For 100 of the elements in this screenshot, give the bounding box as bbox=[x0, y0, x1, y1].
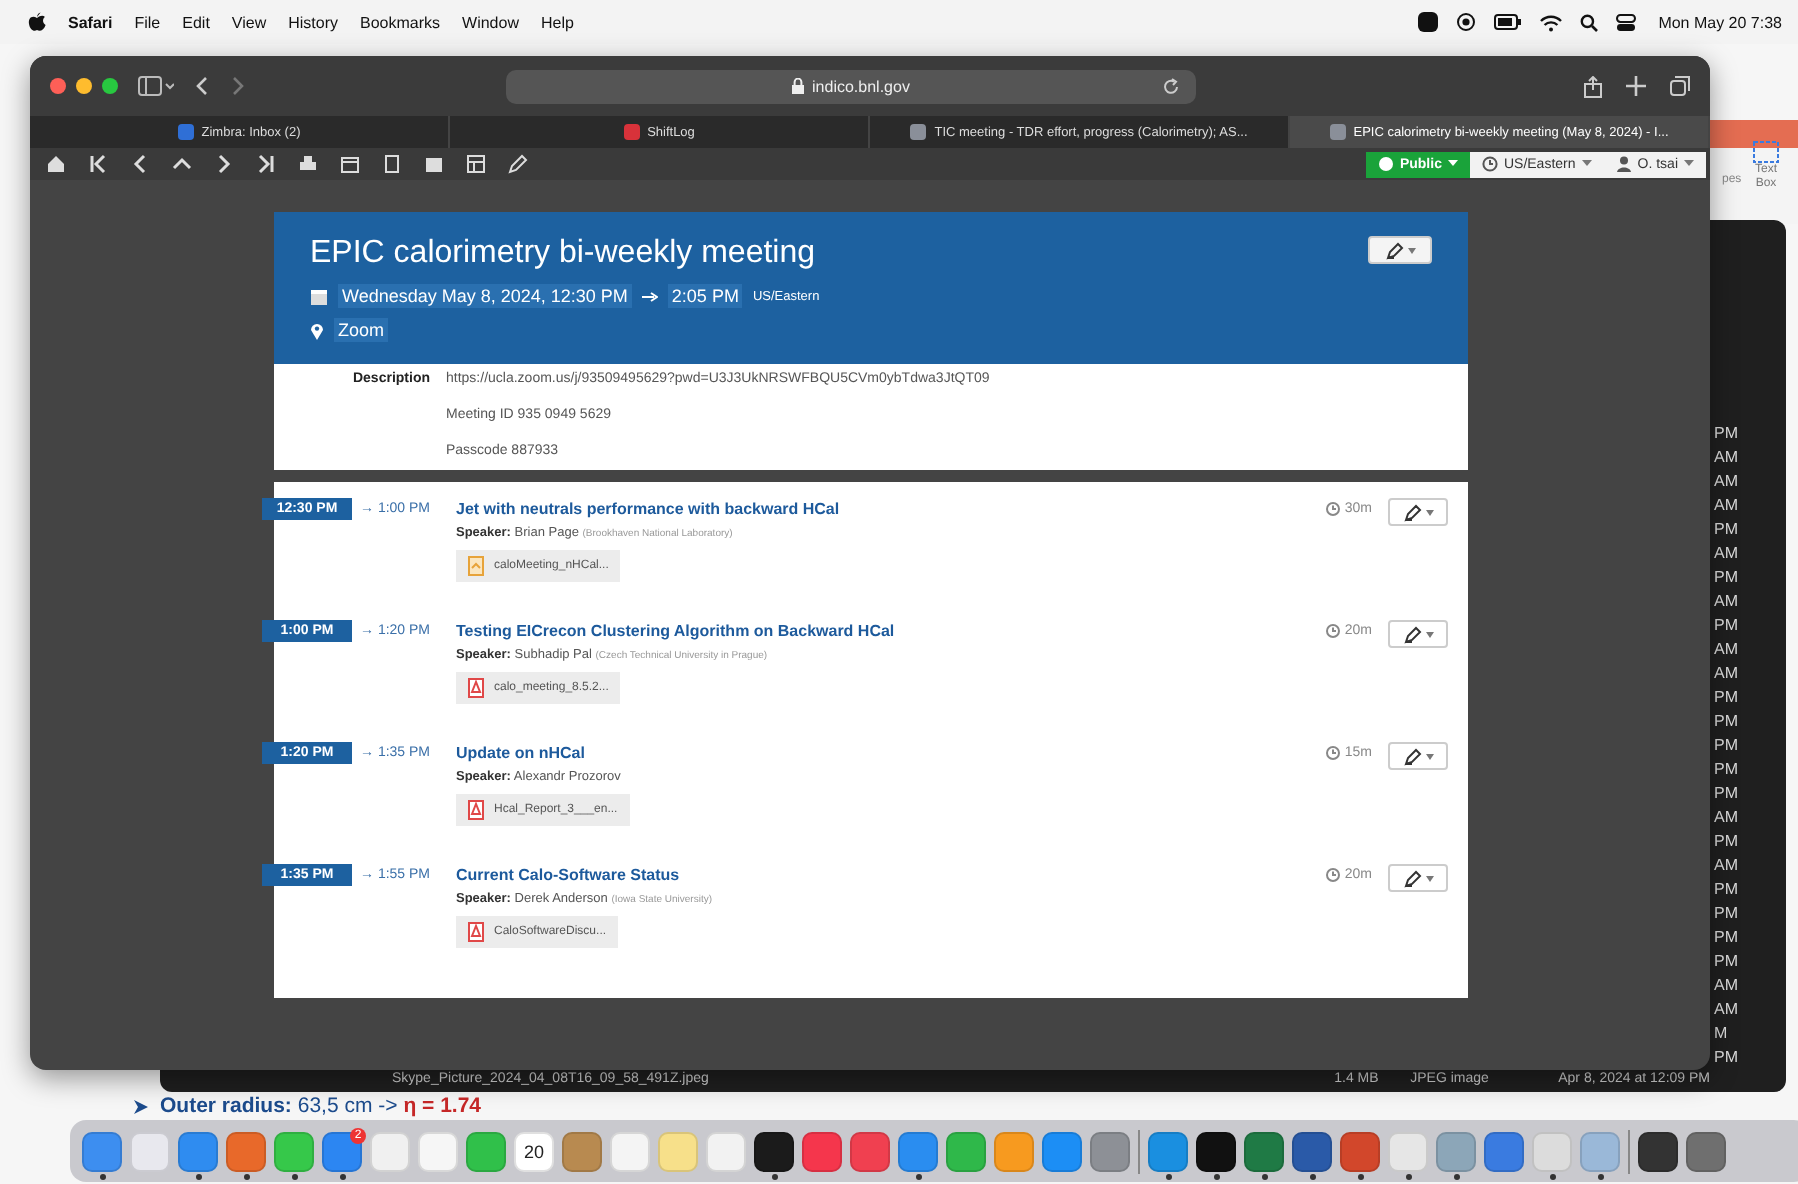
location-pin-icon bbox=[310, 321, 324, 339]
contribution-title[interactable]: Current Calo-Software Status bbox=[456, 864, 1327, 886]
time-cell-text: AM bbox=[1712, 542, 1740, 566]
new-tab-icon[interactable] bbox=[1626, 75, 1646, 95]
time-cell-text: PM bbox=[1712, 782, 1740, 806]
zoom-button[interactable] bbox=[102, 78, 118, 94]
control-center-icon[interactable] bbox=[1616, 13, 1637, 31]
forward-icon[interactable] bbox=[230, 76, 246, 96]
time-cell-text: AM bbox=[1712, 806, 1740, 830]
arrow-right-icon bbox=[641, 291, 658, 301]
time-cell-text: AM bbox=[1712, 638, 1740, 662]
time-cell-text: AM bbox=[1712, 998, 1740, 1022]
clock-icon bbox=[1326, 624, 1341, 638]
time-cell-text: PM bbox=[1712, 926, 1740, 950]
menu-item[interactable]: History bbox=[288, 13, 339, 31]
record-icon[interactable] bbox=[1456, 12, 1477, 32]
pen-icon bbox=[1403, 869, 1421, 887]
time-cell-text: PM bbox=[1712, 422, 1740, 446]
globe-icon bbox=[1377, 156, 1394, 172]
caret-icon bbox=[1447, 160, 1458, 168]
menu-item[interactable]: Safari bbox=[68, 13, 113, 31]
pen-icon bbox=[1385, 241, 1403, 259]
home-icon[interactable] bbox=[46, 154, 66, 174]
time-cell-text: PM bbox=[1712, 710, 1740, 734]
pen-icon[interactable] bbox=[508, 154, 528, 174]
time-cell-text: PM bbox=[1712, 758, 1740, 782]
chevron-up-icon[interactable] bbox=[172, 154, 192, 174]
time-cell-text: PM bbox=[1712, 686, 1740, 710]
slides-file-icon bbox=[468, 556, 484, 576]
edit-dropdown-button[interactable] bbox=[1388, 498, 1448, 526]
time-cell-text: AM bbox=[1712, 590, 1740, 614]
contribution-title[interactable]: Testing EICrecon Clustering Algorithm on Backward HCal bbox=[456, 620, 1327, 642]
menu-item[interactable]: Edit bbox=[182, 13, 210, 31]
sidebar-icon[interactable] bbox=[138, 76, 174, 96]
share-icon[interactable] bbox=[1584, 75, 1602, 97]
time-cell-text: AM bbox=[1712, 470, 1740, 494]
time-cell-text: AM bbox=[1712, 662, 1740, 686]
last-page-icon[interactable] bbox=[256, 154, 276, 174]
lock-icon bbox=[792, 78, 805, 94]
user-icon bbox=[1615, 156, 1632, 172]
time-cell-text: AM bbox=[1712, 854, 1740, 878]
menu-item[interactable]: File bbox=[134, 13, 161, 31]
layout-icon[interactable] bbox=[466, 154, 486, 174]
pen-icon bbox=[1403, 625, 1421, 643]
text-box-icon[interactable] bbox=[1752, 140, 1780, 164]
status-app-icon[interactable] bbox=[1418, 12, 1439, 32]
time-cell-text: PM bbox=[1712, 878, 1740, 902]
wifi-icon[interactable] bbox=[1540, 13, 1563, 31]
time-cell-text: AM bbox=[1712, 974, 1740, 998]
calendar-icon bbox=[310, 287, 328, 305]
pen-icon bbox=[1403, 747, 1421, 765]
time-cell-text: M bbox=[1712, 1022, 1730, 1046]
app-icon[interactable] bbox=[1638, 1131, 1678, 1171]
edit-dropdown-button[interactable] bbox=[1388, 620, 1448, 648]
time-cell-text: PM bbox=[1712, 734, 1740, 758]
first-page-icon[interactable] bbox=[88, 154, 108, 174]
back-icon[interactable] bbox=[194, 76, 210, 96]
slide-text: Outer radius: 63,5 cm -> η = 1.74 bbox=[160, 1094, 482, 1118]
time-cell-text: PM bbox=[1712, 830, 1740, 854]
edit-dropdown-button[interactable] bbox=[1388, 864, 1448, 892]
menu-item[interactable]: View bbox=[231, 13, 267, 31]
caret-icon bbox=[1425, 875, 1433, 881]
time-cell-text: PM bbox=[1712, 566, 1740, 590]
reload-icon[interactable] bbox=[1162, 77, 1180, 95]
menu-item[interactable]: Help bbox=[540, 13, 574, 31]
event-title: EPIC calorimetry bi-weekly meeting bbox=[310, 236, 816, 272]
event-end: 2:05 PM bbox=[667, 284, 743, 308]
chevron-left-icon[interactable] bbox=[130, 154, 150, 174]
caret-icon bbox=[1425, 631, 1433, 637]
time-cell-text: AM bbox=[1712, 494, 1740, 518]
menu-item[interactable]: Bookmarks bbox=[360, 13, 441, 31]
edit-dropdown-button[interactable] bbox=[1388, 742, 1448, 770]
caret-icon bbox=[1425, 509, 1433, 515]
edit-dropdown-button[interactable] bbox=[1368, 236, 1432, 264]
contribution-title[interactable]: Update on nHCal bbox=[456, 742, 1327, 764]
tab-overview-icon[interactable] bbox=[1670, 75, 1690, 95]
time-cell-text: PM bbox=[1712, 1046, 1740, 1070]
caret-icon bbox=[1407, 247, 1415, 253]
app-icon[interactable]: 20 bbox=[514, 1131, 554, 1171]
print-icon[interactable] bbox=[298, 154, 318, 174]
clock-icon bbox=[1326, 746, 1341, 760]
time-cell-text: PM bbox=[1712, 518, 1740, 542]
battery-icon[interactable] bbox=[1494, 14, 1523, 30]
pen-icon bbox=[1403, 503, 1421, 521]
close-button[interactable] bbox=[50, 78, 66, 94]
search-icon[interactable] bbox=[1580, 13, 1599, 31]
contribution-title[interactable]: Jet with neutrals performance with backward HCal bbox=[456, 498, 1327, 520]
caret-icon bbox=[1684, 160, 1694, 168]
menu-item[interactable]: Window bbox=[462, 13, 519, 31]
time-cell-text: PM bbox=[1712, 950, 1740, 974]
pdf-file-icon bbox=[468, 922, 484, 942]
menu-bar-clock[interactable]: Mon May 20 7:38 bbox=[1658, 13, 1782, 31]
bullet-arrow-icon bbox=[132, 1097, 150, 1115]
pdf-file-icon bbox=[468, 678, 484, 698]
chevron-right-icon[interactable] bbox=[214, 154, 234, 174]
address-bar[interactable]: indico.bnl.gov bbox=[506, 69, 1196, 103]
calendar-icon[interactable] bbox=[340, 154, 360, 174]
time-cell-text: AM bbox=[1712, 446, 1740, 470]
pdf-file-icon bbox=[468, 800, 484, 820]
minimize-button[interactable] bbox=[76, 78, 92, 94]
